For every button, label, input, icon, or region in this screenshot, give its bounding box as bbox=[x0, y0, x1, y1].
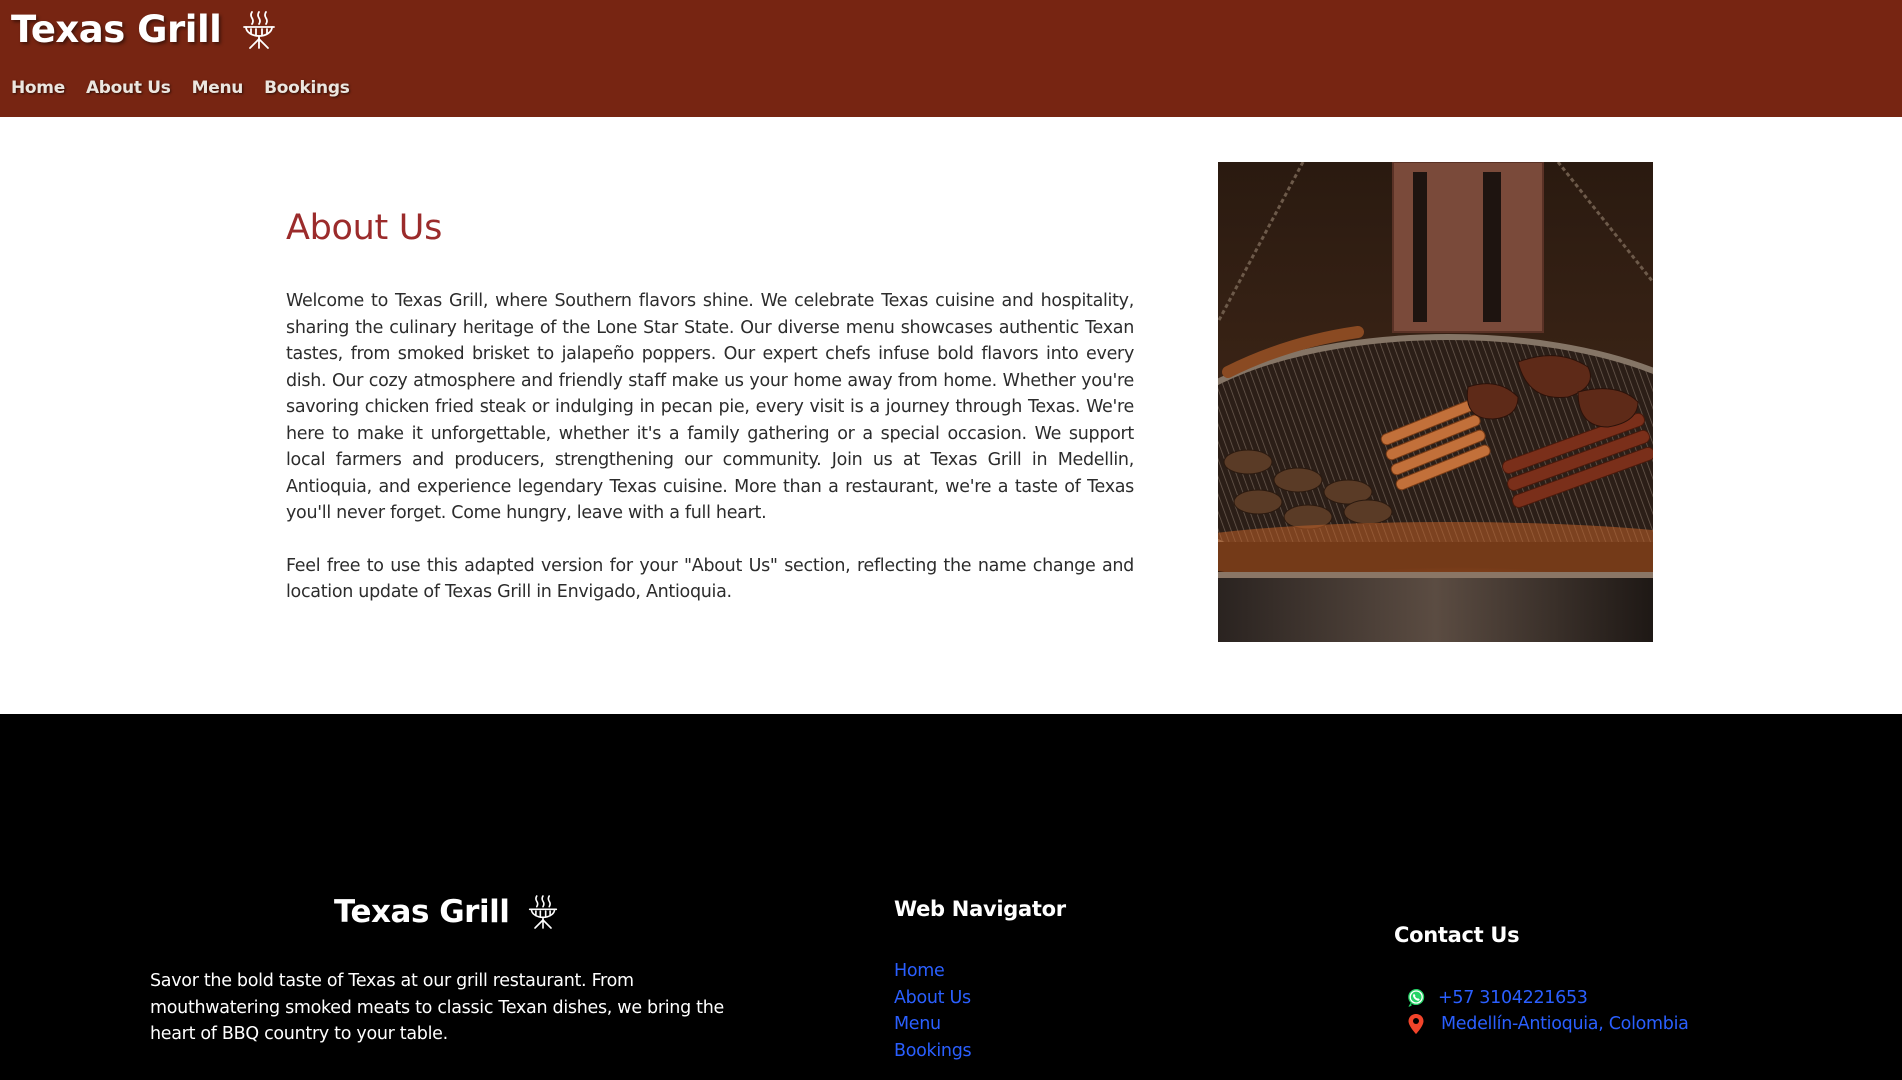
grill-icon bbox=[527, 894, 559, 930]
phone-link[interactable]: +57 3104221653 bbox=[1438, 988, 1588, 1008]
footer-nav-about-us[interactable]: About Us bbox=[894, 988, 971, 1008]
location-link[interactable]: Medellín-Antioquia, Colombia bbox=[1441, 1014, 1689, 1034]
nav-bookings[interactable]: Bookings bbox=[264, 78, 350, 98]
nav-home[interactable]: Home bbox=[11, 78, 65, 98]
footer-nav-item: Home bbox=[894, 958, 971, 985]
brand-title[interactable]: Texas Grill bbox=[11, 8, 222, 51]
site-header: Texas Grill Home About Us Menu Bookings bbox=[0, 0, 1902, 117]
main-nav: Home About Us Menu Bookings bbox=[11, 78, 371, 98]
footer-nav-bookings[interactable]: Bookings bbox=[894, 1041, 972, 1061]
footer-contact-title: Contact Us bbox=[1394, 923, 1520, 947]
about-text: Welcome to Texas Grill, where Southern f… bbox=[286, 288, 1134, 632]
contact-phone: +57 3104221653 bbox=[1406, 987, 1588, 1009]
about-paragraph: Welcome to Texas Grill, where Southern f… bbox=[286, 291, 1134, 523]
footer-brand: Texas Grill bbox=[334, 894, 559, 930]
about-heading: About Us bbox=[286, 208, 443, 248]
footer-brand-title: Texas Grill bbox=[334, 894, 510, 930]
footer-nav-item: Menu bbox=[894, 1011, 971, 1038]
nav-menu[interactable]: Menu bbox=[192, 78, 244, 98]
brand[interactable]: Texas Grill bbox=[11, 8, 277, 51]
map-pin-icon bbox=[1406, 1013, 1426, 1035]
footer-description: Savor the bold taste of Texas at our gri… bbox=[150, 971, 724, 1044]
nav-about-us[interactable]: About Us bbox=[86, 78, 171, 98]
footer-nav-item: Bookings bbox=[894, 1038, 972, 1065]
whatsapp-icon bbox=[1406, 987, 1426, 1009]
footer-nav-home[interactable]: Home bbox=[894, 961, 945, 981]
grill-icon bbox=[241, 10, 277, 50]
footer-nav: Home About Us Menu Bookings bbox=[894, 958, 972, 1065]
grill-photo bbox=[1218, 162, 1653, 642]
about-paragraph: Feel free to use this adapted version fo… bbox=[286, 555, 1134, 603]
footer-nav-item: About Us bbox=[894, 985, 971, 1012]
contact-location: Medellín-Antioquia, Colombia bbox=[1406, 1013, 1689, 1035]
footer-nav-title: Web Navigator bbox=[894, 897, 1066, 921]
footer-nav-menu[interactable]: Menu bbox=[894, 1014, 941, 1034]
